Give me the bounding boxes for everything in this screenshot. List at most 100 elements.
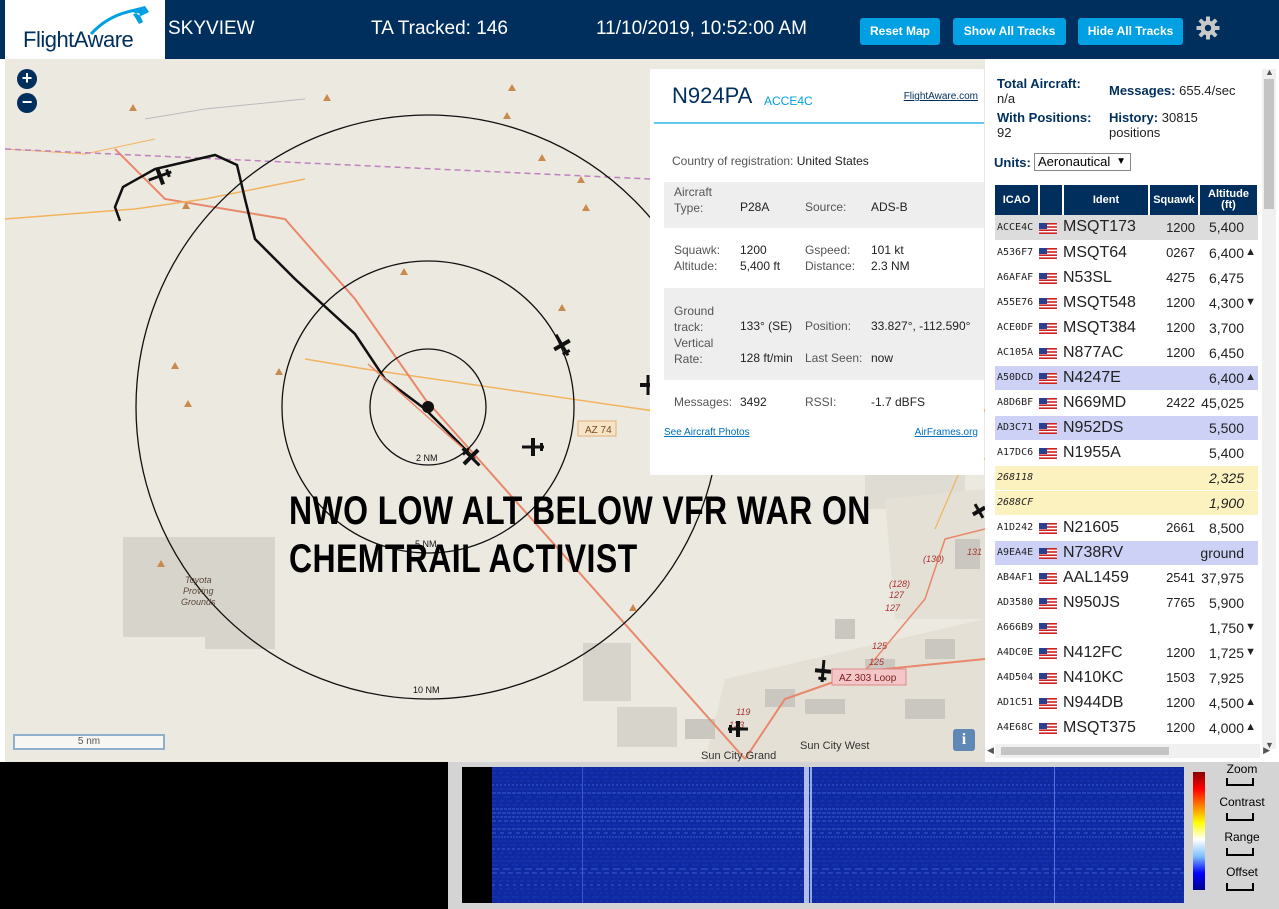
stat-history: History: 30815 positions — [1109, 110, 1198, 140]
column-header-altitude[interactable]: Altitude (ft) — [1199, 185, 1258, 215]
airframes-link[interactable]: AirFrames.org — [915, 427, 978, 438]
ground-track-label-line1: Ground — [674, 304, 715, 318]
table-row[interactable]: A4D504 N410KC 1503 7,925 — [995, 665, 1258, 691]
table-row[interactable]: A17DC6 N1955A 5,400 — [995, 440, 1258, 466]
place-label-sun-city-west: Sun City West — [800, 740, 870, 752]
row-icao: A16037 — [995, 740, 1039, 741]
row-altitude: 7,925 — [1199, 665, 1258, 691]
map-info-button[interactable]: i — [953, 729, 975, 751]
vertical-scroll-thumb[interactable] — [1264, 79, 1274, 209]
row-squawk — [1149, 465, 1199, 491]
row-altitude-value: 5,900 — [1208, 594, 1244, 611]
show-all-tracks-button[interactable]: Show All Tracks — [953, 18, 1066, 45]
vertical-rate-label: Vertical Rate: — [674, 335, 713, 367]
flightaware-link[interactable]: FlightAware.com — [904, 91, 978, 102]
aircraft-table[interactable]: ICAO Ident Squawk Altitude (ft) ACCE4C MS… — [995, 185, 1258, 741]
row-flag — [1039, 615, 1063, 641]
zoom-slider[interactable] — [1226, 778, 1254, 786]
aircraft-type-label: Aircraft Type: — [674, 184, 712, 216]
table-row[interactable]: A1D242 N21605 2661 8,500 — [995, 515, 1258, 541]
hide-all-tracks-button[interactable]: Hide All Tracks — [1078, 18, 1183, 45]
column-header-flag[interactable] — [1039, 185, 1064, 215]
table-row[interactable]: A666B9 1,750 ▼ — [995, 615, 1258, 641]
aircraft-type-label-line1: Aircraft — [674, 185, 713, 199]
table-header-row: ICAO Ident Squawk Altitude (ft) — [995, 185, 1258, 215]
mile-marker: 131 — [967, 547, 982, 557]
units-label: Units: — [994, 155, 1031, 170]
row-squawk: 1200 — [1149, 640, 1199, 666]
row-icao: A9EA4E — [995, 540, 1039, 566]
table-row[interactable]: A4DC0E N412FC 1200 1,725 ▼ — [995, 640, 1258, 666]
ground-track-label-line2: track: — [674, 320, 704, 334]
place-label-toyota-line1: Toyota — [185, 575, 212, 585]
row-icao: AD3C71 — [995, 415, 1039, 441]
waterfall-colorbar — [1193, 772, 1205, 890]
table-row[interactable]: A50DCD N4247E 6,400 ▲ — [995, 365, 1258, 391]
place-label-toyota: Toyota Proving Grounds — [181, 575, 216, 607]
aircraft-photos-link[interactable]: See Aircraft Photos — [664, 427, 750, 438]
popup-divider — [654, 122, 984, 124]
table-row[interactable]: AD1C51 N944DB 1200 4,500 ▲ — [995, 690, 1258, 716]
table-row[interactable]: A536F7 MSQT64 0267 6,400 ▲ — [995, 240, 1258, 266]
row-altitude: 8,500 — [1199, 515, 1258, 541]
table-row[interactable]: 2688CF 1,900 — [995, 490, 1258, 516]
row-altitude: 45,025 — [1199, 390, 1258, 416]
table-row[interactable]: AD3C71 N952DS 5,500 — [995, 415, 1258, 441]
row-flag — [1039, 215, 1063, 241]
range-slider[interactable] — [1226, 848, 1254, 856]
table-vertical-scrollbar[interactable]: ▲ ▼ — [1262, 67, 1276, 750]
us-flag-icon — [1039, 548, 1057, 560]
horizontal-scroll-thumb[interactable] — [1001, 747, 1169, 755]
us-flag-icon — [1039, 648, 1057, 660]
row-altitude: 5,500 — [1199, 415, 1258, 441]
table-row[interactable]: A9EA4E N738RV ground — [995, 540, 1258, 566]
row-altitude-value: 37,975 — [1201, 569, 1244, 586]
table-row[interactable]: A8D6BF N669MD 2422 45,025 — [995, 390, 1258, 416]
zoom-out-button[interactable]: − — [17, 93, 37, 113]
overlay-caption-line2: CHEMTRAIL ACTIVIST — [289, 537, 638, 581]
source-value: ADS-B — [871, 200, 908, 214]
row-squawk: 1200 — [1149, 315, 1199, 341]
row-altitude-value: 4,500 — [1208, 694, 1244, 711]
table-row[interactable]: ACE0DF MSQT384 1200 3,700 — [995, 315, 1258, 341]
contrast-slider[interactable] — [1226, 813, 1254, 821]
column-header-ident[interactable]: Ident — [1063, 185, 1150, 215]
road-label-az74: AZ 74 — [585, 425, 612, 436]
column-header-squawk[interactable]: Squawk — [1149, 185, 1200, 215]
scroll-up-icon[interactable]: ▲ — [1265, 67, 1274, 77]
table-row[interactable]: AB4AF1 AAL1459 2541 37,975 — [995, 565, 1258, 591]
gspeed-value: 101 kt — [871, 243, 904, 257]
flightaware-logo[interactable]: FlightAware — [5, 0, 165, 59]
table-row[interactable]: AC105A N877AC 1200 6,450 — [995, 340, 1258, 366]
table-row[interactable]: A16037 AAL76713716,850▼ — [995, 740, 1258, 741]
airplane-icon[interactable] — [522, 438, 544, 456]
row-altitude: 5,400 — [1199, 215, 1258, 241]
waterfall-display[interactable] — [462, 767, 1184, 903]
scroll-left-icon[interactable]: ◀ — [987, 745, 994, 756]
altitude-trend-icon: ▲ — [1245, 720, 1256, 733]
scroll-right-icon[interactable]: ▶ — [1263, 745, 1270, 756]
gear-icon[interactable] — [1196, 16, 1220, 40]
row-squawk — [1149, 365, 1199, 391]
zoom-in-button[interactable]: + — [17, 69, 37, 89]
clock: 11/10/2019, 10:52:00 AM — [596, 18, 807, 39]
mile-marker: 119 — [736, 707, 750, 717]
map-scale-bar: 5 nm — [13, 734, 165, 750]
table-row[interactable]: AD3580 N950JS 7765 5,900 — [995, 590, 1258, 616]
column-header-icao[interactable]: ICAO — [995, 185, 1040, 215]
table-row[interactable]: 268118 2,325 — [995, 465, 1258, 491]
airplane-icon[interactable] — [548, 330, 576, 360]
table-row[interactable]: A6AFAF N53SL 4275 6,475 — [995, 265, 1258, 291]
row-flag — [1039, 440, 1063, 466]
offset-label: Offset — [1226, 865, 1258, 879]
table-horizontal-scrollbar[interactable]: ◀ ▶ — [987, 744, 1270, 758]
reset-map-button[interactable]: Reset Map — [860, 18, 940, 45]
offset-slider[interactable] — [1226, 883, 1254, 891]
table-row[interactable]: ACCE4C MSQT173 1200 5,400 — [995, 215, 1258, 241]
units-select[interactable]: Aeronautical ▼ — [1034, 153, 1131, 171]
row-icao: A55E76 — [995, 290, 1039, 316]
table-row[interactable]: A4E68C MSQT375 1200 4,000 ▲ — [995, 715, 1258, 741]
country-label: Country of registration: — [672, 154, 794, 168]
table-row[interactable]: A55E76 MSQT548 1200 4,300 ▼ — [995, 290, 1258, 316]
source-label: Source: — [805, 200, 847, 214]
